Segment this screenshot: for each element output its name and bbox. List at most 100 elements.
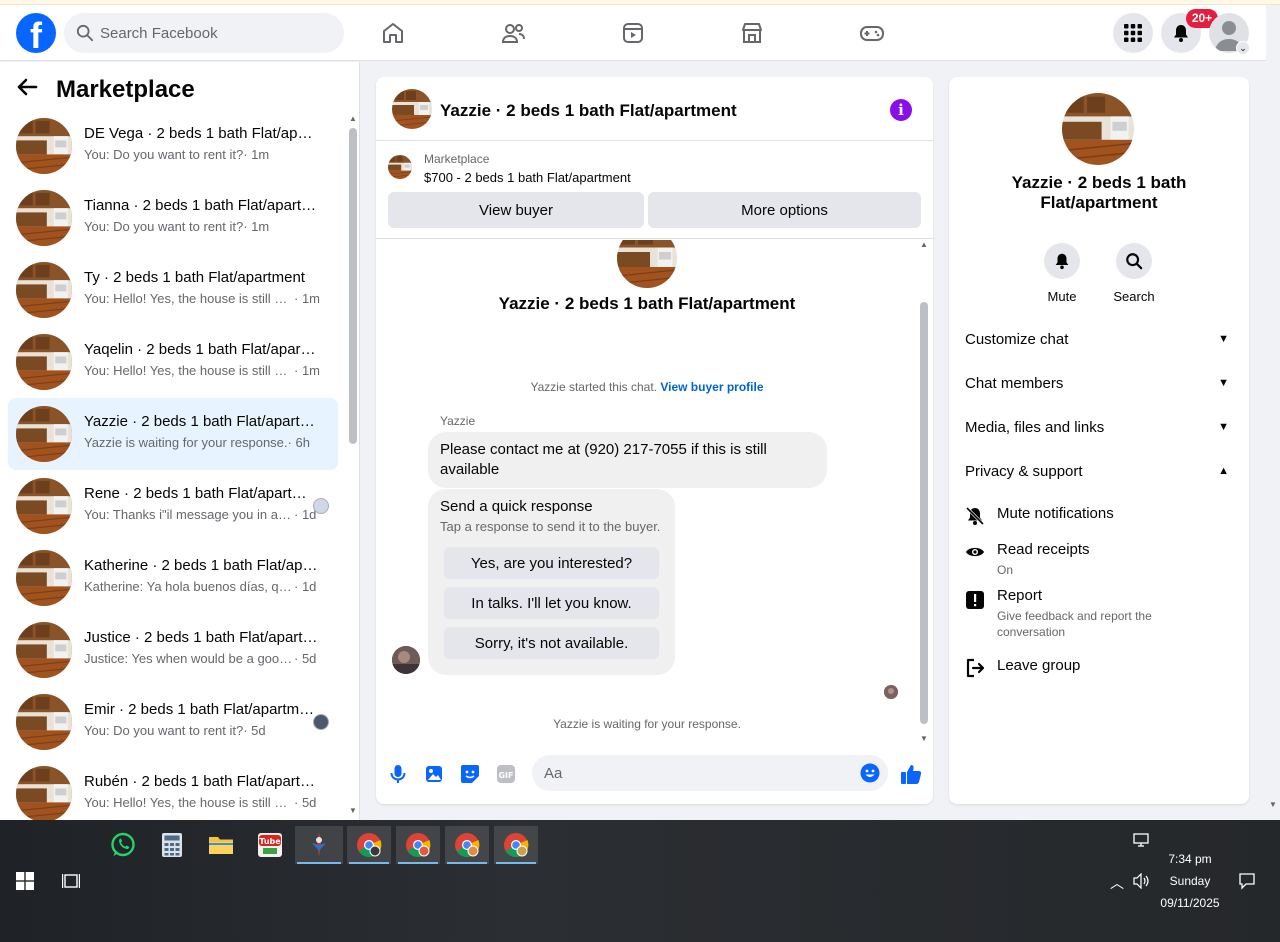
leave-group-option[interactable]: Leave group (965, 657, 1233, 681)
emoji-icon[interactable] (860, 763, 880, 783)
gif-icon[interactable]: GIF (495, 763, 517, 785)
view-buyer-button[interactable]: View buyer (388, 192, 644, 228)
more-options-button[interactable]: More options (648, 192, 921, 228)
quick-response-card: Send a quick response Tap a response to … (428, 489, 675, 675)
windows-start-icon[interactable] (16, 872, 34, 890)
customize-chat-section[interactable]: Customize chat ▼ (965, 324, 1233, 354)
home-icon[interactable] (375, 15, 411, 51)
bell-icon[interactable] (1044, 243, 1080, 279)
scroll-down-icon[interactable]: ▼ (1269, 800, 1277, 809)
like-icon[interactable] (899, 763, 923, 785)
scrollbar-thumb[interactable] (349, 128, 357, 444)
account-chevron-icon[interactable]: ⌄ (1236, 41, 1250, 55)
conversation-item[interactable]: Ty · 2 beds 1 bath Flat/apartment You: He… (8, 254, 338, 326)
scroll-up-icon[interactable]: ▲ (349, 114, 357, 123)
chat-scrollbar[interactable]: ▲ ▼ (917, 240, 931, 744)
scroll-down-icon[interactable]: ▼ (349, 806, 357, 815)
network-icon[interactable] (1133, 833, 1151, 849)
conversation-item[interactable]: Katherine · 2 beds 1 bath Flat/apartment… (8, 542, 338, 614)
quick-response-button[interactable]: Sorry, it's not available. (444, 627, 659, 659)
gaming-icon[interactable] (854, 15, 890, 51)
video-icon[interactable] (615, 15, 651, 51)
chevron-up-icon[interactable]: ︿ (1110, 873, 1124, 893)
conversation-item[interactable]: Emir · 2 beds 1 bath Flat/apartment You: … (8, 686, 338, 758)
chrome-icon[interactable] (347, 826, 391, 864)
quick-response-title: Send a quick response (440, 498, 593, 515)
microphone-icon[interactable] (387, 763, 409, 785)
facebook-logo[interactable]: f (16, 13, 56, 53)
conversation-item[interactable]: Yazzie · 2 beds 1 bath Flat/apartment Yaz… (8, 398, 338, 470)
chrome-icon[interactable] (494, 826, 538, 864)
conversation-preview: You: Do you want to rent it? (84, 723, 244, 738)
clock-day[interactable]: Sunday (1160, 874, 1220, 888)
quick-response-button[interactable]: In talks. I'll let you know. (444, 587, 659, 619)
page-title: Marketplace (56, 76, 195, 103)
scroll-up-icon[interactable]: ▲ (920, 240, 928, 249)
search-input[interactable] (100, 13, 330, 53)
info-icon[interactable]: i (890, 99, 912, 121)
scroll-down-icon[interactable]: ▼ (920, 734, 928, 743)
conversation-item[interactable]: DE Vega · 2 beds 1 bath Flat/apartment Yo… (8, 110, 338, 182)
conversation-time: · 5d (294, 651, 317, 666)
conversation-item[interactable]: Yaqelin · 2 beds 1 bath Flat/apartment Yo… (8, 326, 338, 398)
task-view-icon[interactable] (62, 872, 80, 890)
notification-center-icon[interactable] (1238, 872, 1256, 890)
quick-response-button[interactable]: Yes, are you interested? (444, 547, 659, 579)
message-bubble[interactable]: Please contact me at (920) 217-7055 if t… (428, 432, 827, 488)
waiting-notice: Yazzie is waiting for your response. (553, 717, 741, 731)
calculator-icon[interactable] (150, 826, 194, 864)
section-label: Privacy & support (965, 462, 1083, 480)
message-input[interactable] (544, 755, 844, 791)
view-buyer-profile-link[interactable]: View buyer profile (660, 380, 763, 394)
chevron-down-icon: ▼ (1218, 333, 1229, 345)
marketplace-icon[interactable] (734, 15, 770, 51)
conversation-preview-line: You: Do you want to rent it? · 1m (84, 147, 324, 162)
whatsapp-icon[interactable] (101, 826, 145, 864)
clock-time[interactable]: 7:34 pm (1160, 852, 1220, 866)
conversation-preview-line: You: Hello! Yes, the house is still avai… (84, 795, 324, 810)
read-receipts-option[interactable]: Read receipts On (965, 541, 1233, 581)
conversation-item[interactable]: Tianna · 2 beds 1 bath Flat/apartment You… (8, 182, 338, 254)
conversation-title: Tianna · 2 beds 1 bath Flat/apartment (84, 197, 319, 214)
scrollbar-thumb[interactable] (920, 302, 928, 724)
chat-title[interactable]: Yazzie · 2 beds 1 bath Flat/apartment (440, 101, 737, 121)
sticker-icon[interactable] (459, 763, 481, 785)
section-label: Media, files and links (965, 418, 1105, 436)
option-subtext: Give feedback and report the conversatio… (997, 609, 1152, 639)
media-files-links-section[interactable]: Media, files and links ▼ (965, 412, 1233, 442)
back-arrow-icon[interactable] (16, 76, 46, 104)
app-icon[interactable] (295, 826, 343, 864)
file-explorer-icon[interactable] (199, 826, 243, 864)
message-input-box[interactable] (532, 755, 888, 791)
conversation-item[interactable]: Rubén · 2 beds 1 bath Flat/apartment You:… (8, 758, 338, 820)
chevron-down-icon: ▼ (1218, 377, 1229, 389)
search-action[interactable]: Search (1104, 243, 1164, 304)
conversation-preview: You: Hello! Yes, the house is still avai… (84, 363, 294, 378)
bell-icon (1174, 25, 1188, 42)
chrome-icon[interactable] (396, 826, 440, 864)
page-scrollbar[interactable]: ▼ (1266, 62, 1280, 820)
chat-members-section[interactable]: Chat members ▼ (965, 368, 1233, 398)
search-box[interactable] (64, 13, 344, 53)
listing-photo[interactable] (392, 89, 432, 129)
mute-notifications-option[interactable]: Mute notifications (965, 505, 1233, 529)
listing-price-title[interactable]: $700 - 2 beds 1 bath Flat/apartment (424, 170, 631, 185)
clock-date[interactable]: 09/11/2025 (1155, 896, 1225, 910)
friends-icon[interactable] (495, 15, 531, 51)
conversation-item[interactable]: Rene · 2 beds 1 bath Flat/apartment You: … (8, 470, 338, 542)
conversation-time: · 6h (287, 435, 310, 450)
volume-icon[interactable] (1133, 873, 1151, 889)
youtube-downloader-icon[interactable]: Tube (248, 826, 292, 864)
scrollbar[interactable]: ▲ ▼ (347, 114, 359, 815)
chrome-icon[interactable] (445, 826, 489, 864)
menu-grid-button[interactable] (1113, 13, 1153, 53)
conversation-item[interactable]: Justice · 2 beds 1 bath Flat/apartment Ju… (8, 614, 338, 686)
search-icon[interactable] (1116, 243, 1152, 279)
privacy-support-section[interactable]: Privacy & support ▲ (965, 456, 1233, 486)
report-option[interactable]: Report Give feedback and report the conv… (965, 587, 1233, 643)
sender-avatar[interactable] (392, 646, 420, 674)
conversation-preview-line: Yazzie is waiting for your response. · 6h (84, 435, 324, 450)
photo-icon[interactable] (423, 763, 445, 785)
mute-action[interactable]: Mute (1032, 243, 1092, 304)
section-label: Chat members (965, 374, 1064, 392)
